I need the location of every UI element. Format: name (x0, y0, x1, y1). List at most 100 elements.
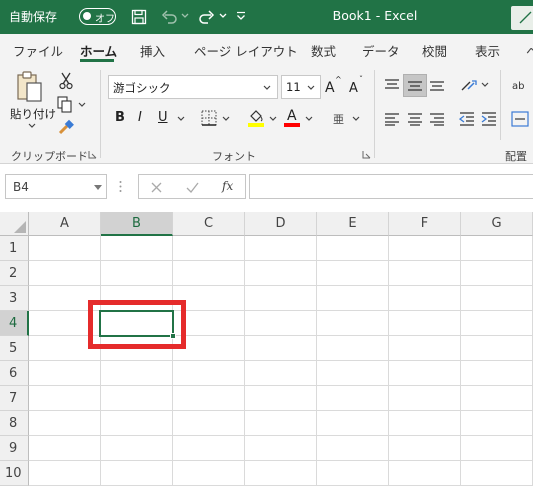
tab-review[interactable]: 校閲 (422, 41, 447, 60)
row-header-9[interactable]: 9 (0, 436, 29, 461)
borders-dropdown-icon[interactable] (222, 116, 230, 122)
autosave-toggle[interactable]: オフ (79, 8, 116, 25)
title-bar: 自動保存 オフ Book1 - Excel (0, 0, 533, 34)
font-color-dropdown-icon[interactable] (305, 116, 313, 122)
decrease-font-letter: A (349, 81, 358, 96)
phonetic-guide-button[interactable]: 亜 (333, 111, 344, 127)
column-header-e[interactable]: E (317, 212, 389, 236)
enter-checkmark-icon[interactable] (186, 182, 199, 193)
cancel-icon[interactable] (151, 182, 162, 193)
tab-formulas[interactable]: 数式 (311, 41, 336, 60)
tab-data[interactable]: データ (362, 41, 400, 60)
increase-font-size-button[interactable]: A ^ (325, 75, 345, 97)
fill-color-icon[interactable] (247, 108, 265, 128)
tab-page-layout[interactable]: ページ レイアウト (194, 41, 298, 60)
formula-buttons: fx (138, 174, 246, 199)
formula-input[interactable] (249, 174, 533, 199)
phonetic-dropdown-icon[interactable] (352, 116, 360, 122)
row-header-2[interactable]: 2 (0, 261, 29, 286)
column-header-g[interactable]: G (461, 212, 533, 236)
clipboard-launcher-icon[interactable] (88, 150, 97, 159)
merge-center-icon[interactable] (511, 111, 529, 127)
redo-dropdown-icon[interactable] (219, 13, 227, 19)
tab-file[interactable]: ファイル (13, 41, 63, 60)
paste-icon[interactable] (14, 70, 46, 106)
row-header-6[interactable]: 6 (0, 361, 29, 386)
decrease-font-size-button[interactable]: Aˇ (349, 75, 369, 97)
gridline (100, 236, 101, 486)
font-color-letter: A (287, 108, 297, 124)
undo-icon[interactable] (160, 9, 178, 25)
formula-bar-grip-icon[interactable] (119, 180, 122, 193)
row-header-7[interactable]: 7 (0, 386, 29, 411)
tab-overflow[interactable]: ヘ (526, 41, 533, 60)
row-header-4[interactable]: 4 (0, 311, 29, 336)
align-middle-icon (408, 81, 422, 91)
save-icon[interactable] (131, 9, 147, 25)
font-size-value: 11 (286, 80, 301, 94)
row-header-10[interactable]: 10 (0, 461, 29, 486)
autosave-label: 自動保存 (9, 10, 58, 24)
increase-font-letter: A (325, 80, 335, 96)
column-header-c[interactable]: C (173, 212, 245, 236)
bold-button[interactable]: B (115, 110, 125, 125)
wrap-text-icon[interactable]: ab (512, 78, 532, 94)
increase-indent-icon[interactable] (481, 112, 497, 126)
borders-icon[interactable] (201, 110, 217, 126)
redo-icon[interactable] (198, 9, 216, 25)
column-header-a[interactable]: A (29, 212, 101, 236)
gridline (29, 260, 533, 261)
share-button[interactable] (511, 6, 533, 30)
cut-icon[interactable] (58, 72, 74, 90)
toggle-knob (83, 12, 91, 20)
decrease-indent-icon[interactable] (459, 112, 475, 126)
row-header-8[interactable]: 8 (0, 411, 29, 436)
tab-insert[interactable]: 挿入 (140, 41, 165, 60)
customize-qat-icon[interactable] (236, 11, 246, 21)
italic-button[interactable]: I (138, 110, 142, 125)
underline-dropdown-icon[interactable] (177, 116, 185, 122)
font-group-label: フォント (212, 150, 256, 163)
copy-dropdown-icon[interactable] (78, 102, 86, 108)
ribbon: 貼り付け クリップボード 游ゴシック 11 A ^ Aˇ B I U A 亜 フ… (0, 64, 533, 164)
insert-function-button[interactable]: fx (222, 179, 233, 193)
name-box-dropdown-icon[interactable] (94, 185, 102, 190)
format-painter-icon[interactable] (57, 119, 75, 135)
font-launcher-icon[interactable] (362, 150, 371, 159)
tab-home[interactable]: ホーム (80, 41, 117, 60)
gridline (316, 236, 317, 486)
column-header-d[interactable]: D (245, 212, 317, 236)
copy-icon[interactable] (57, 96, 73, 113)
row-header-1[interactable]: 1 (0, 236, 29, 261)
row-header-5[interactable]: 5 (0, 336, 29, 361)
font-size-select[interactable]: 11 (281, 75, 321, 99)
underline-button[interactable]: U (158, 110, 168, 125)
align-top-icon[interactable] (384, 78, 400, 92)
align-center-icon[interactable] (407, 112, 423, 126)
fill-color-dropdown-icon[interactable] (269, 116, 277, 122)
group-separator (374, 70, 375, 158)
font-name-value: 游ゴシック (113, 81, 171, 95)
column-header-f[interactable]: F (389, 212, 461, 236)
font-name-select[interactable]: 游ゴシック (108, 75, 278, 99)
align-bottom-icon[interactable] (429, 78, 445, 92)
align-middle-button[interactable] (403, 74, 427, 97)
column-header-b[interactable]: B (101, 212, 173, 236)
row-header-3[interactable]: 3 (0, 286, 29, 311)
chevron-down-icon (307, 85, 315, 90)
align-right-icon[interactable] (429, 112, 445, 126)
gridline (29, 360, 533, 361)
gridline (29, 285, 533, 286)
select-all-button[interactable] (0, 212, 29, 236)
align-left-icon[interactable] (384, 112, 400, 126)
ribbon-tabs: ファイル ホーム 挿入 ページ レイアウト 数式 データ 校閲 表示 ヘ (0, 34, 533, 64)
undo-dropdown-icon[interactable] (181, 13, 189, 19)
font-color-button[interactable]: A (283, 108, 301, 128)
tab-view[interactable]: 表示 (475, 41, 500, 60)
paste-dropdown-icon[interactable] (28, 123, 36, 129)
paste-button-label[interactable]: 貼り付け (10, 106, 56, 122)
gridline (388, 236, 389, 486)
name-box[interactable]: B4 (5, 174, 107, 199)
orientation-icon[interactable] (460, 77, 478, 93)
orientation-dropdown-icon[interactable] (481, 82, 489, 88)
